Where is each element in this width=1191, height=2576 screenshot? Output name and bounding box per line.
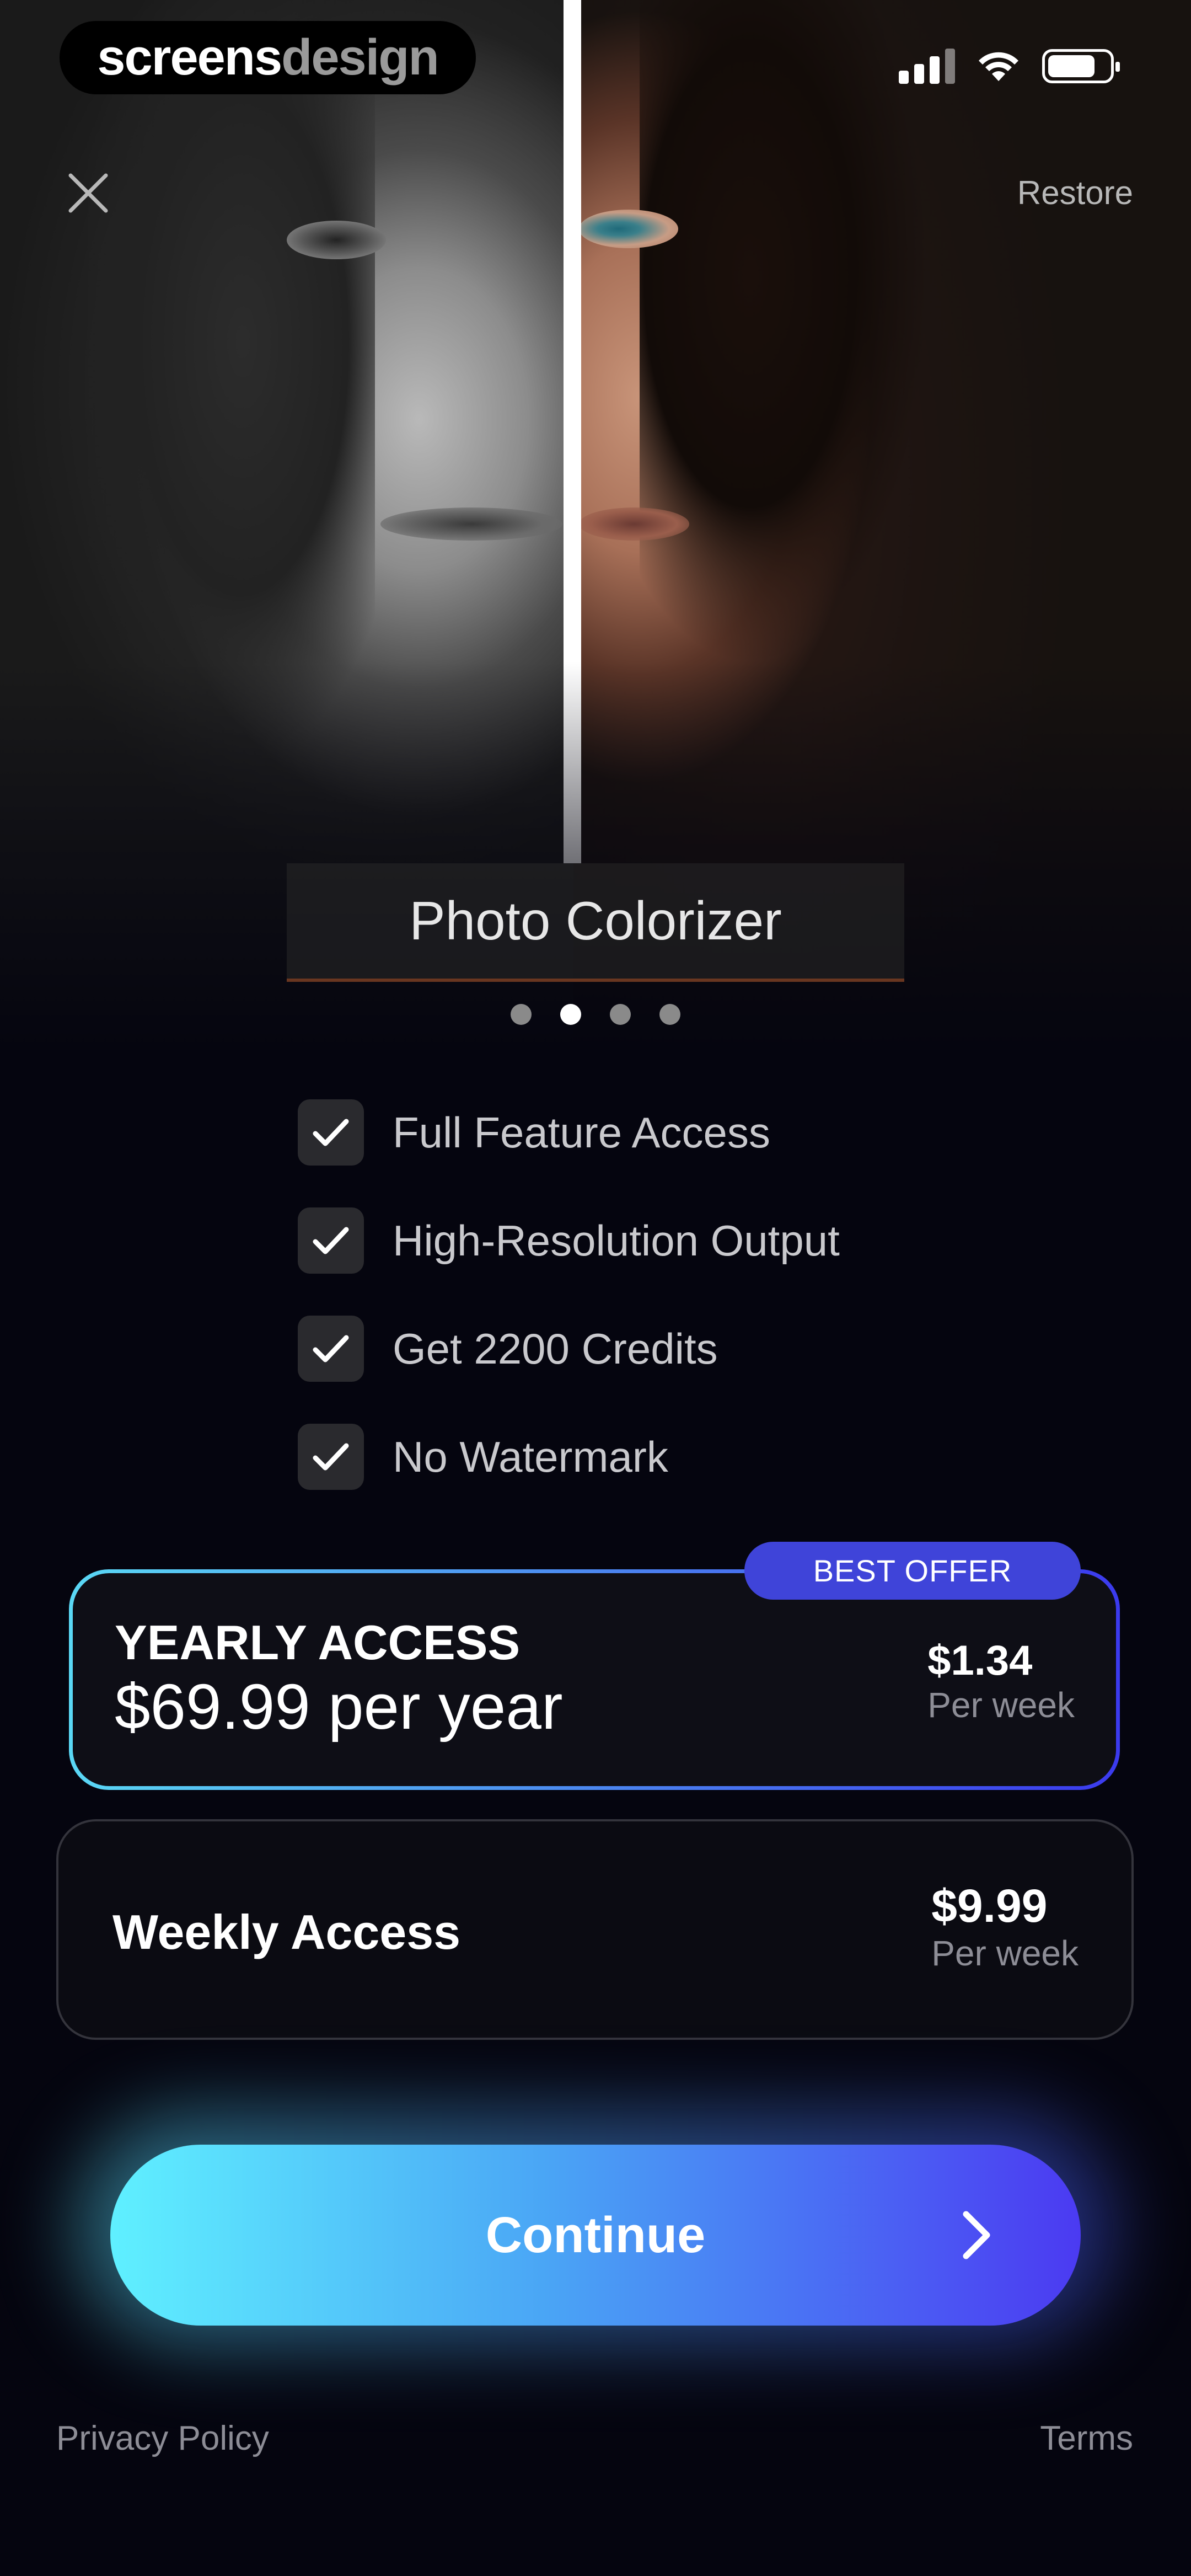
privacy-policy-link[interactable]: Privacy Policy (56, 2419, 269, 2458)
feature-item: Full Feature Access (298, 1078, 840, 1187)
feature-title: Photo Colorizer (409, 890, 782, 951)
battery-icon (1042, 49, 1120, 83)
continue-button[interactable]: Continue (110, 2145, 1081, 2326)
status-bar (899, 44, 1120, 88)
page-indicator[interactable] (0, 1004, 1191, 1025)
restore-button[interactable]: Restore (1017, 174, 1133, 212)
feature-label: Full Feature Access (393, 1108, 770, 1157)
plan-weekly-price: $9.99 Per week (931, 1879, 1079, 1974)
photo-detail (287, 221, 386, 259)
page-dot-active[interactable] (560, 1004, 581, 1025)
best-offer-badge: BEST OFFER (744, 1542, 1081, 1600)
terms-link[interactable]: Terms (1040, 2419, 1133, 2458)
per-week-amount: $1.34 (927, 1637, 1033, 1684)
photo-detail (88, 0, 375, 772)
photo-fade (0, 662, 1191, 1048)
check-icon (298, 1099, 364, 1166)
close-icon[interactable] (61, 165, 116, 221)
photo-detail (579, 507, 689, 541)
cellular-signal-icon (899, 49, 955, 84)
plan-option-yearly[interactable]: YEARLY ACCESS $69.99 per year $1.34 Per … (69, 1569, 1120, 1790)
wifi-icon (979, 52, 1018, 81)
paywall-screen: screens design Restore Photo Colorizer F… (0, 0, 1191, 2576)
check-icon (298, 1316, 364, 1382)
photo-detail (640, 0, 926, 717)
per-week-label: Per week (931, 1933, 1079, 1973)
feature-item: High-Resolution Output (298, 1187, 840, 1295)
continue-label: Continue (485, 2206, 706, 2263)
check-icon (298, 1207, 364, 1274)
per-week-label: Per week (927, 1685, 1075, 1725)
feature-item: Get 2200 Credits (298, 1295, 840, 1403)
brand-logo-part-b: design (281, 29, 439, 85)
page-dot[interactable] (511, 1004, 532, 1025)
feature-label: No Watermark (393, 1432, 668, 1481)
feature-item: No Watermark (298, 1403, 840, 1511)
photo-detail (380, 507, 562, 541)
feature-label: Get 2200 Credits (393, 1324, 718, 1373)
page-dot[interactable] (610, 1004, 631, 1025)
plan-name: YEARLY ACCESS (115, 1615, 521, 1670)
brand-logo: screens design (60, 21, 476, 94)
chevron-right-icon (963, 2211, 990, 2259)
plan-price: $69.99 per year (115, 1671, 563, 1743)
plan-option-weekly[interactable]: Weekly Access $9.99 Per week (56, 1819, 1134, 2040)
feature-label: High-Resolution Output (393, 1216, 840, 1265)
feature-title-card: Photo Colorizer (287, 863, 904, 982)
page-dot[interactable] (659, 1004, 680, 1025)
check-icon (298, 1424, 364, 1490)
plan-card-yearly: YEARLY ACCESS $69.99 per year $1.34 Per … (73, 1573, 1116, 1786)
photo-detail (579, 210, 678, 248)
plan-name: Weekly Access (112, 1905, 461, 1959)
plan-weekly-price: $1.34 Per week (927, 1637, 1075, 1725)
feature-list: Full Feature Access High-Resolution Outp… (298, 1078, 840, 1511)
per-week-amount: $9.99 (931, 1880, 1048, 1932)
brand-logo-part-a: screens (97, 29, 282, 85)
